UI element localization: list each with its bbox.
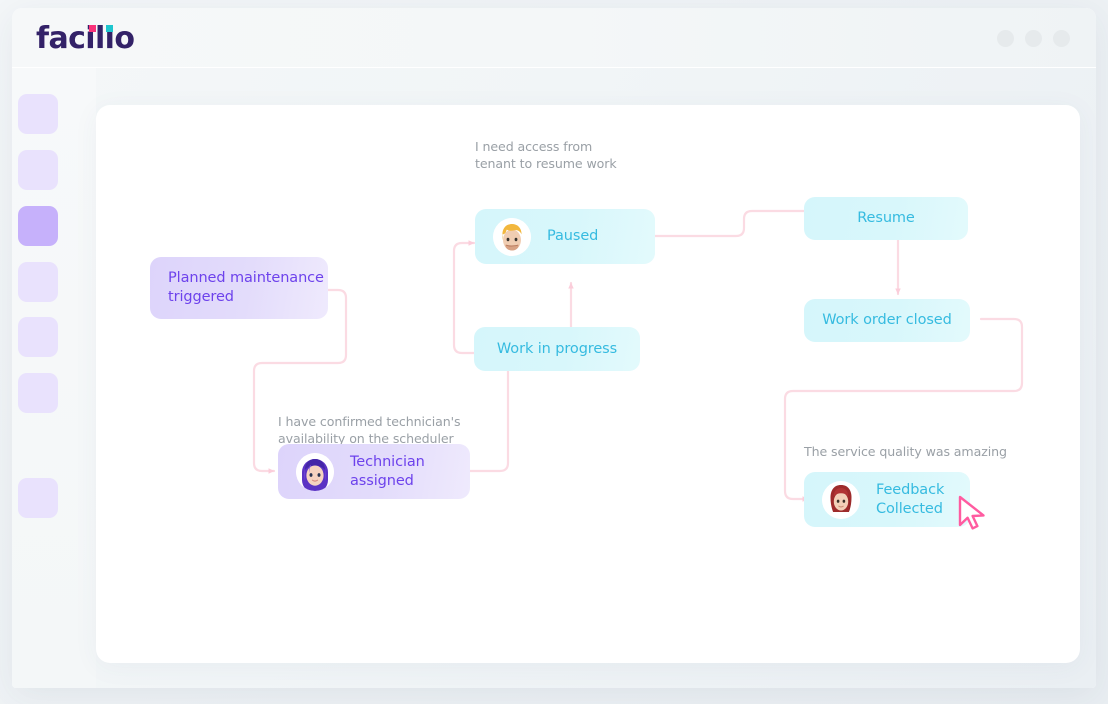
node-technician-assigned[interactable]: Technician assigned: [278, 444, 470, 499]
caption-paused: I need access from tenant to resume work: [475, 139, 665, 172]
node-feedback-collected-label: Feedback Collected: [876, 481, 970, 519]
window-dot-2-icon[interactable]: [1025, 30, 1042, 47]
node-technician-assigned-label: Technician assigned: [350, 453, 470, 491]
node-work-order-closed[interactable]: Work order closed: [804, 299, 970, 342]
customer-avatar: [822, 481, 860, 519]
sidebar-item-6[interactable]: [18, 373, 58, 413]
facilio-logo[interactable]: facilio: [36, 22, 134, 56]
caption-technician-assigned: I have confirmed technician's availabili…: [278, 414, 508, 447]
node-work-order-closed-label: Work order closed: [822, 311, 951, 330]
connector-lines: [96, 105, 1080, 663]
node-paused[interactable]: Paused: [475, 209, 655, 264]
logo-text: facilio: [36, 21, 134, 56]
node-paused-label: Paused: [547, 227, 598, 246]
sidebar-item-7[interactable]: [18, 478, 58, 518]
node-planned-maintenance[interactable]: Planned maintenance triggered: [150, 257, 328, 319]
window-body: Planned maintenance triggered I have con…: [12, 68, 1096, 688]
window-titlebar: facilio: [12, 8, 1096, 68]
node-planned-maintenance-label: Planned maintenance triggered: [168, 269, 328, 307]
node-resume[interactable]: Resume: [804, 197, 968, 240]
sidebar-item-4[interactable]: [18, 262, 58, 302]
node-work-in-progress[interactable]: Work in progress: [474, 327, 640, 371]
node-feedback-collected[interactable]: Feedback Collected: [804, 472, 970, 527]
window-dot-1-icon[interactable]: [997, 30, 1014, 47]
left-sidebar: [12, 68, 96, 688]
logo-dot-pink-icon: [89, 25, 96, 32]
window-controls[interactable]: [997, 30, 1070, 47]
sidebar-item-3[interactable]: [18, 206, 58, 246]
sidebar-item-2[interactable]: [18, 150, 58, 190]
tenant-avatar: [493, 218, 531, 256]
node-work-in-progress-label: Work in progress: [497, 340, 617, 359]
sidebar-item-1[interactable]: [18, 94, 58, 134]
technician-avatar: [296, 453, 334, 491]
workflow-canvas: Planned maintenance triggered I have con…: [96, 105, 1080, 663]
node-resume-label: Resume: [857, 209, 915, 228]
window-dot-3-icon[interactable]: [1053, 30, 1070, 47]
browser-window: facilio: [12, 8, 1096, 688]
caption-feedback-collected: The service quality was amazing: [804, 444, 1054, 461]
app-root: facilio: [0, 0, 1108, 704]
logo-dot-teal-icon: [106, 25, 113, 32]
sidebar-item-5[interactable]: [18, 317, 58, 357]
